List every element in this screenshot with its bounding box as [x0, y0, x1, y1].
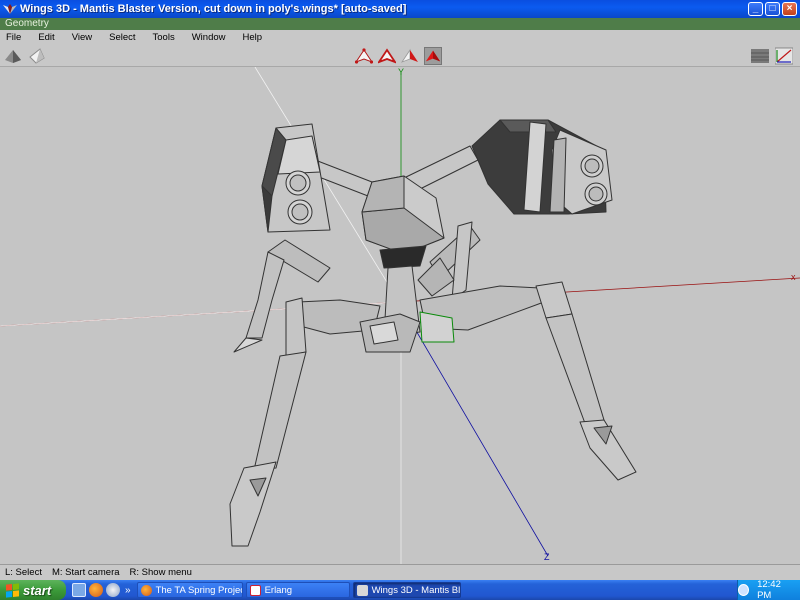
- viewport-canvas[interactable]: Y x Z: [0, 67, 800, 564]
- wings-icon: [356, 584, 368, 596]
- quick-launch-overflow[interactable]: »: [125, 585, 131, 596]
- system-tray: 12:42 PM: [737, 579, 800, 600]
- firefox-icon: [140, 584, 152, 596]
- geometry-window-header[interactable]: Geometry: [0, 18, 800, 30]
- menu-help[interactable]: Help: [243, 32, 263, 43]
- taskbar-button-label: Erlang: [264, 584, 293, 596]
- taskbar-button-label: Wings 3D - Mantis Blas...: [371, 584, 461, 596]
- start-label: start: [23, 582, 52, 598]
- menu-tools[interactable]: Tools: [153, 32, 175, 43]
- taskbar-button-label: The TA Spring Project...: [155, 584, 242, 596]
- windows-taskbar: start » The TA Spring Project... Erlang …: [0, 579, 800, 600]
- wireframe-icon[interactable]: [29, 47, 47, 65]
- network-icon[interactable]: [738, 584, 750, 596]
- body-mode-icon[interactable]: [424, 47, 442, 65]
- z-axis-line: [400, 304, 549, 557]
- y-axis-label: Y: [398, 67, 404, 77]
- menu-select[interactable]: Select: [109, 32, 135, 43]
- groundplane-icon[interactable]: [751, 47, 769, 65]
- quick-launch: »: [72, 583, 134, 597]
- minimize-button[interactable]: _: [748, 2, 763, 16]
- clock[interactable]: 12:42 PM: [757, 579, 794, 600]
- wings3d-window: Wings 3D - Mantis Blaster Version, cut d…: [0, 0, 800, 600]
- start-button[interactable]: start: [0, 580, 66, 600]
- media-icon[interactable]: [106, 583, 120, 597]
- status-left-hint: L: Select: [5, 567, 42, 578]
- windows-logo-icon: [6, 582, 19, 598]
- x-axis-label: x: [791, 272, 796, 282]
- status-middle-hint: M: Start camera: [51, 567, 120, 578]
- mantis-blaster-model: [229, 119, 637, 547]
- maximize-button[interactable]: □: [765, 2, 780, 16]
- menu-edit[interactable]: Edit: [38, 32, 54, 43]
- vertex-mode-icon[interactable]: [354, 47, 374, 65]
- z-axis-label: Z: [544, 552, 550, 562]
- taskbar-button-wings3d[interactable]: Wings 3D - Mantis Blas...: [352, 582, 461, 598]
- 3d-viewport[interactable]: Y x Z: [0, 67, 800, 564]
- toolbar: [0, 45, 800, 67]
- face-mode-icon[interactable]: [400, 47, 419, 65]
- title-bar[interactable]: Wings 3D - Mantis Blaster Version, cut d…: [0, 0, 800, 18]
- firefox-icon[interactable]: [89, 583, 103, 597]
- edge-mode-icon[interactable]: [376, 47, 398, 65]
- taskbar-button-erlang[interactable]: Erlang: [245, 582, 350, 598]
- menu-view[interactable]: View: [72, 32, 92, 43]
- close-button[interactable]: ×: [782, 2, 797, 16]
- menu-file[interactable]: File: [6, 32, 21, 43]
- menu-window[interactable]: Window: [192, 32, 226, 43]
- taskbar-button-ta-spring[interactable]: The TA Spring Project...: [136, 582, 243, 598]
- erlang-icon: [249, 584, 261, 596]
- status-right-hint: R: Show menu: [129, 567, 192, 578]
- status-bar: L: Select M: Start camera R: Show menu: [0, 564, 800, 580]
- ortho-camera-icon[interactable]: [774, 47, 794, 65]
- menu-bar: File Edit View Select Tools Window Help: [0, 30, 800, 45]
- show-desktop-icon[interactable]: [72, 583, 86, 597]
- window-title: Wings 3D - Mantis Blaster Version, cut d…: [20, 3, 407, 15]
- smooth-shade-icon[interactable]: [4, 47, 22, 65]
- wings-app-icon[interactable]: [3, 3, 17, 15]
